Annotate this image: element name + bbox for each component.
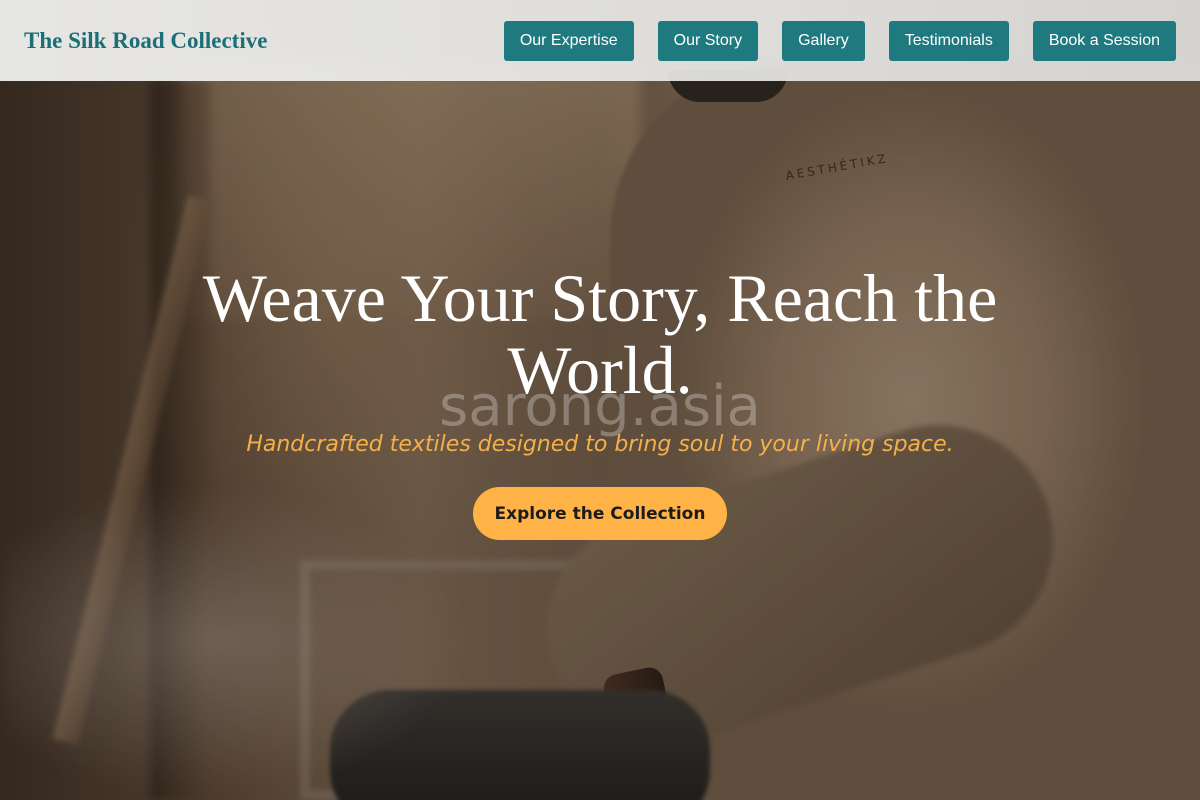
site-header: The Silk Road Collective Our Expertise O… [0, 0, 1200, 81]
explore-collection-button[interactable]: Explore the Collection [473, 487, 727, 540]
main-nav: Our Expertise Our Story Gallery Testimon… [503, 20, 1176, 61]
hero-content: sarong.asia Weave Your Story, Reach the … [0, 262, 1200, 540]
nav-book-session-button[interactable]: Book a Session [1032, 20, 1176, 61]
nav-gallery-button[interactable]: Gallery [782, 20, 865, 61]
hero-headline: Weave Your Story, Reach the World. [202, 260, 998, 408]
brand-logo-text[interactable]: The Silk Road Collective [24, 28, 267, 54]
hero-subtitle: Handcrafted textiles designed to bring s… [246, 432, 954, 457]
nav-our-expertise-button[interactable]: Our Expertise [503, 20, 634, 61]
nav-testimonials-button[interactable]: Testimonials [888, 20, 1009, 61]
nav-our-story-button[interactable]: Our Story [657, 20, 759, 61]
